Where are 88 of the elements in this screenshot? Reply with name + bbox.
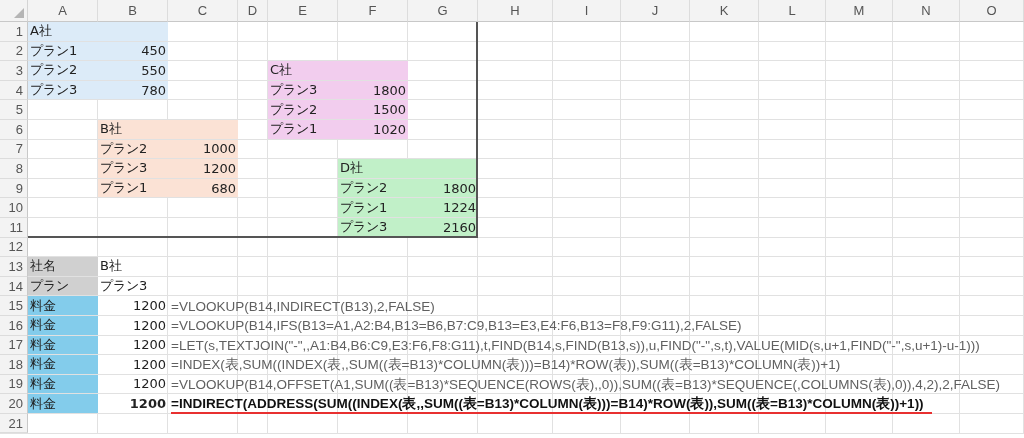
table-cell: プラン3	[98, 159, 168, 178]
table-cell: 2160	[408, 217, 478, 237]
table-cell: プラン2	[268, 100, 338, 119]
column-header[interactable]: A	[28, 0, 98, 22]
row-header[interactable]: 15	[0, 296, 28, 316]
column-header[interactable]: L	[759, 0, 826, 22]
row-header[interactable]: 21	[0, 413, 28, 434]
table-cell-text: 1200	[131, 336, 167, 355]
row-header[interactable]: 4	[0, 80, 28, 101]
row-header[interactable]: 3	[0, 61, 28, 81]
table-cell-text: 1200	[128, 395, 167, 413]
table-cell: 1500	[338, 100, 408, 119]
column-header[interactable]: F	[338, 0, 408, 22]
column-header[interactable]: J	[621, 0, 690, 22]
table-cell: 料金	[28, 296, 98, 315]
formula-text: =VLOOKUP(B14,IFS(B13=A1,A2:B4,B13=B6,B7:C9,B13=E3,E4:F6,B13=F8,F9:G11),2,FALSE)	[171, 317, 742, 335]
column-header[interactable]: G	[408, 0, 478, 22]
table-cell: 1200	[168, 159, 238, 178]
row-header[interactable]: 12	[0, 237, 28, 258]
column-header[interactable]: O	[960, 0, 1024, 22]
table-cell: 550	[98, 61, 168, 80]
row-header[interactable]: 7	[0, 139, 28, 160]
row-header[interactable]: 20	[0, 394, 28, 414]
formula-text: =INDIRECT(ADDRESS(SUM((INDEX(表,,SUM((表=B13)*COLUMN(表)))=B14)*ROW(表)),SUM((表=B13)*COLUMN(表))+1))	[171, 394, 932, 414]
row-header[interactable]: 10	[0, 198, 28, 218]
table-cell: 料金	[28, 315, 98, 335]
column-header[interactable]: H	[478, 0, 553, 22]
table-cell: プラン	[28, 276, 98, 296]
table-cell: 料金	[28, 374, 98, 394]
formula-text: =VLOOKUP(B14,OFFSET(A1,SUM((表=B13)*SEQUENCE(ROWS(表),,0)),SUM((表=B13)*SEQUENCE(,COLUMNS(表),0)),4,2),2,FALSE)	[171, 376, 1001, 393]
row-header[interactable]: 13	[0, 257, 28, 277]
formula-text: =VLOOKUP(B14,INDIRECT(B13),2,FALSE)	[171, 297, 435, 315]
formula-text: =INDEX(表,SUM((INDEX(表,,SUM((表=B13)*COLUMN(表)))=B14)*ROW(表)),SUM((表=B13)*COLUMN(表))+1)	[171, 356, 841, 374]
table-cell-text: 1200	[131, 316, 167, 335]
column-header[interactable]: I	[553, 0, 621, 22]
select-all-icon	[14, 8, 24, 18]
table-cell: C社	[268, 61, 338, 80]
table-cell: 料金	[28, 394, 98, 413]
row-header[interactable]: 17	[0, 335, 28, 356]
table-cell-text: 1200	[131, 297, 167, 315]
column-header[interactable]: E	[268, 0, 338, 22]
row-header[interactable]: 6	[0, 119, 28, 140]
row-header[interactable]: 19	[0, 374, 28, 395]
table-cell: 1224	[408, 198, 478, 217]
table-cell: プラン3	[28, 80, 98, 100]
table-cell: プラン2	[98, 139, 168, 159]
table-cell: プラン3	[338, 217, 408, 237]
table-cell: 680	[168, 178, 238, 198]
row-header[interactable]: 16	[0, 315, 28, 336]
table-cell: 1000	[168, 139, 238, 159]
row-header[interactable]: 8	[0, 159, 28, 179]
table-cell: 450	[98, 41, 168, 61]
row-header[interactable]: 2	[0, 41, 28, 62]
table-cell: プラン2	[28, 61, 98, 80]
row-header[interactable]: 9	[0, 178, 28, 199]
table-cell: 料金	[28, 355, 98, 374]
table-cell-text: 1200	[131, 355, 167, 374]
column-header[interactable]: D	[238, 0, 268, 22]
row-header[interactable]: 18	[0, 355, 28, 375]
row-header[interactable]: 1	[0, 22, 28, 42]
table-cell: 1800	[338, 80, 408, 100]
table-cell: プラン1	[98, 178, 168, 198]
column-header[interactable]: N	[893, 0, 960, 22]
row-header[interactable]: 5	[0, 100, 28, 120]
column-header[interactable]: B	[98, 0, 168, 22]
table-cell: 780	[98, 80, 168, 100]
select-all-button[interactable]	[0, 0, 28, 22]
table-cell: 社名	[28, 257, 98, 276]
row-header[interactable]: 14	[0, 276, 28, 297]
table-cell: プラン1	[338, 198, 408, 217]
table-cell: 1020	[338, 119, 408, 139]
table-cell: プラン1	[28, 41, 98, 61]
row-header[interactable]: 11	[0, 217, 28, 238]
table-cell: D社	[338, 159, 408, 178]
formula-text: =LET(s,TEXTJOIN("-",,A1:B4,B6:C9,E3:F6,F8:G11),t,FIND(B14,s,FIND(B13,s)),u,FIND("-",s,t),VALUE(MID(s,u+1,FIND("-",s,u+1)-u-1)))	[171, 336, 980, 354]
column-header[interactable]: M	[826, 0, 893, 22]
table-cell: A社	[28, 22, 98, 41]
column-header[interactable]: C	[168, 0, 238, 22]
column-header[interactable]: K	[690, 0, 759, 22]
table-cell-text: プラン3	[99, 277, 149, 295]
table-cell-text: 1200	[131, 375, 167, 394]
table-cell-text: B社	[99, 257, 123, 276]
table-cell: 1800	[408, 178, 478, 198]
table-cell: B社	[98, 119, 168, 139]
table-cell: プラン1	[268, 119, 338, 139]
table-cell: 料金	[28, 335, 98, 355]
table-cell: プラン2	[338, 178, 408, 198]
table-cell: プラン3	[268, 80, 338, 100]
